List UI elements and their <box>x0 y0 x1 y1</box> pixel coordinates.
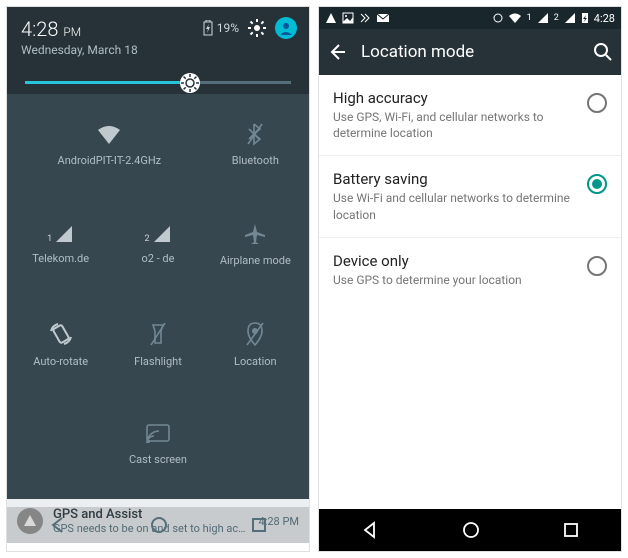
radio-icon[interactable] <box>587 256 607 276</box>
option-subtitle: Use GPS, Wi-Fi, and cellular networks to… <box>333 109 575 141</box>
tile-flashlight[interactable]: Flashlight <box>110 301 205 389</box>
cast-icon <box>145 423 171 445</box>
sim1-label: 1 <box>527 13 532 23</box>
option-battery-saving[interactable]: Battery saving Use Wi-Fi and cellular ne… <box>319 156 621 237</box>
shade-header: 4:28 PM Wednesday, March 18 19% <box>7 7 309 63</box>
autorotate-icon <box>48 321 74 347</box>
brightness-slider[interactable] <box>25 81 291 84</box>
tile-bluetooth-label: Bluetooth <box>232 154 279 167</box>
signal-icon <box>152 224 172 244</box>
option-device-only[interactable]: Device only Use GPS to determine your lo… <box>319 238 621 302</box>
phone-location-settings: 1 2 4:28 Location mode High accuracy Use… <box>318 6 622 552</box>
settings-gear-icon[interactable] <box>247 18 267 38</box>
tile-flashlight-label: Flashlight <box>134 355 182 368</box>
notification-shade: 4:28 PM Wednesday, March 18 19% <box>7 7 309 499</box>
option-subtitle: Use GPS to determine your location <box>333 272 575 288</box>
mail-icon <box>376 12 390 24</box>
flashlight-off-icon <box>149 321 167 347</box>
nav-back-icon[interactable] <box>49 516 67 534</box>
tile-wifi-label: AndroidPIT-IT-2.4GHz <box>58 154 162 167</box>
tile-wifi[interactable]: AndroidPIT-IT-2.4GHz <box>13 100 206 188</box>
quick-settings-tiles: AndroidPIT-IT-2.4GHz Bluetooth 1 Telekom… <box>7 94 309 499</box>
battery-percentage: 19% <box>217 21 239 35</box>
brightness-fill <box>25 81 190 84</box>
app-bar: Location mode <box>319 29 621 75</box>
radio-icon[interactable] <box>587 93 607 113</box>
status-bar: 1 2 4:28 <box>319 7 621 29</box>
vibrate-icon <box>493 13 503 23</box>
tile-autorotate[interactable]: Auto-rotate <box>13 301 108 389</box>
nfc-icon <box>359 12 371 24</box>
user-avatar-icon[interactable] <box>275 17 297 39</box>
option-title: Battery saving <box>333 170 575 188</box>
tile-cast-label: Cast screen <box>129 453 187 466</box>
clock-block[interactable]: 4:28 PM Wednesday, March 18 <box>21 17 203 57</box>
status-time: 4:28 <box>594 12 615 25</box>
shade-status-icons: 19% <box>203 17 297 39</box>
tile-sim1[interactable]: 1 Telekom.de <box>13 200 108 288</box>
tile-cast[interactable]: Cast screen <box>110 401 205 489</box>
airplane-icon <box>243 222 267 246</box>
image-icon <box>342 12 354 24</box>
location-off-icon <box>245 321 265 347</box>
nav-recent-icon[interactable] <box>251 517 267 533</box>
sim2-label: 2 <box>554 13 559 23</box>
nav-recent-icon[interactable] <box>562 521 580 539</box>
location-mode-list: High accuracy Use GPS, Wi-Fi, and cellul… <box>319 75 621 302</box>
system-navbar <box>7 507 309 543</box>
option-title: Device only <box>333 252 575 270</box>
option-high-accuracy[interactable]: High accuracy Use GPS, Wi-Fi, and cellul… <box>319 75 621 156</box>
tile-autorotate-label: Auto-rotate <box>33 355 88 368</box>
system-navbar <box>319 509 621 551</box>
warning-icon <box>325 12 337 24</box>
signal-icon <box>537 12 549 24</box>
signal-icon <box>564 12 576 24</box>
battery-charging-icon <box>581 12 589 24</box>
radio-selected-icon[interactable] <box>587 174 607 194</box>
nav-home-icon[interactable] <box>150 516 168 534</box>
sim2-index: 2 <box>144 234 149 244</box>
phone-quick-settings: 4:28 PM Wednesday, March 18 19% <box>6 6 310 552</box>
battery-charging-icon <box>203 20 213 36</box>
tile-bluetooth[interactable]: Bluetooth <box>208 100 303 188</box>
tile-sim2[interactable]: 2 o2 - de <box>110 200 205 288</box>
bluetooth-off-icon <box>246 122 264 146</box>
tile-sim1-label: Telekom.de <box>32 252 89 265</box>
app-bar-title: Location mode <box>361 42 579 62</box>
signal-icon <box>54 224 74 244</box>
option-title: High accuracy <box>333 89 575 107</box>
option-subtitle: Use Wi-Fi and cellular networks to deter… <box>333 190 575 222</box>
tile-location-label: Location <box>234 355 277 368</box>
notification-card[interactable]: GPS and Assist GPS needs to be on and se… <box>7 499 309 543</box>
date-display: Wednesday, March 18 <box>21 43 203 57</box>
wifi-icon <box>96 124 122 146</box>
nav-back-icon[interactable] <box>360 520 380 540</box>
nav-home-icon[interactable] <box>461 520 481 540</box>
search-icon[interactable] <box>593 42 613 62</box>
time-value: 4:28 <box>21 17 58 41</box>
time-ampm: PM <box>63 25 81 39</box>
time-display: 4:28 PM <box>21 17 203 41</box>
tile-location[interactable]: Location <box>208 301 303 389</box>
wifi-icon <box>508 12 522 24</box>
brightness-thumb-icon[interactable] <box>179 72 201 98</box>
tile-airplane[interactable]: Airplane mode <box>208 200 303 288</box>
tile-airplane-label: Airplane mode <box>220 254 291 267</box>
back-arrow-icon[interactable] <box>327 42 347 62</box>
tile-sim2-label: o2 - de <box>141 252 174 265</box>
sim1-index: 1 <box>47 234 52 244</box>
